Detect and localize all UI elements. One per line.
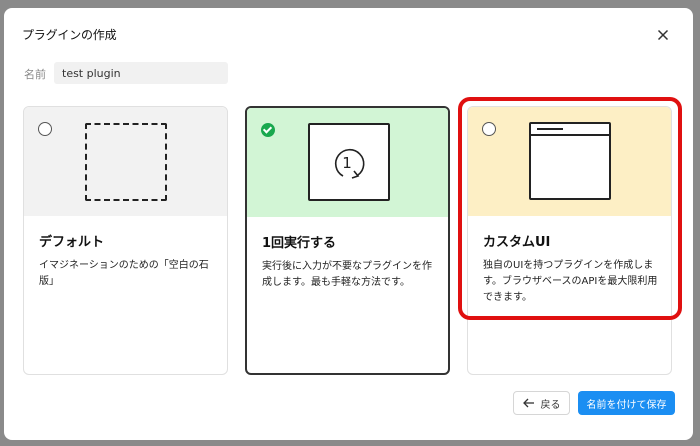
card-description: 独自のUIを持つプラグインを作成します。ブラウザベースのAPIを最大限利用できま…	[483, 260, 658, 303]
dashed-square-icon	[85, 123, 167, 201]
card-description: 実行後に入力が不要なプラグインを作成します。最も手軽な方法です。	[262, 261, 432, 288]
radio-button-checked[interactable]	[261, 123, 275, 137]
dialog-title: プラグインの作成	[22, 28, 117, 42]
card-preview	[468, 107, 671, 216]
card-title: カスタムUI	[483, 235, 551, 250]
run-once-number: 1	[342, 154, 352, 172]
card-title: 1回実行する	[262, 236, 337, 251]
window-ui-icon	[529, 122, 611, 200]
name-label: 名前	[24, 68, 46, 81]
back-label: 戻る	[540, 399, 561, 411]
card-preview: 1	[247, 108, 448, 217]
run-once-icon: 1	[308, 123, 390, 201]
save-as-button[interactable]: 名前を付けて保存	[578, 391, 675, 415]
template-card-custom-ui[interactable]: カスタムUI 独自のUIを持つプラグインを作成します。ブラウザベースのAPIを最…	[467, 106, 672, 375]
card-title: デフォルト	[39, 235, 105, 250]
close-icon[interactable]	[654, 26, 672, 44]
template-card-default[interactable]: デフォルト イマジネーションのための「空白の石版」	[23, 106, 228, 375]
radio-button[interactable]	[38, 122, 52, 136]
plugin-name-input[interactable]	[54, 62, 228, 84]
create-plugin-dialog: プラグインの作成 名前 デフォルト イマジネーションのための「空白の石版」 1 …	[4, 8, 693, 440]
card-preview	[24, 107, 227, 216]
template-card-run-once[interactable]: 1 1回実行する 実行後に入力が不要なプラグインを作成します。最も手軽な方法です…	[245, 106, 450, 375]
arrow-left-icon	[522, 398, 534, 408]
card-description: イマジネーションのための「空白の石版」	[39, 260, 209, 287]
radio-button[interactable]	[482, 122, 496, 136]
back-button[interactable]: 戻る	[513, 391, 570, 415]
